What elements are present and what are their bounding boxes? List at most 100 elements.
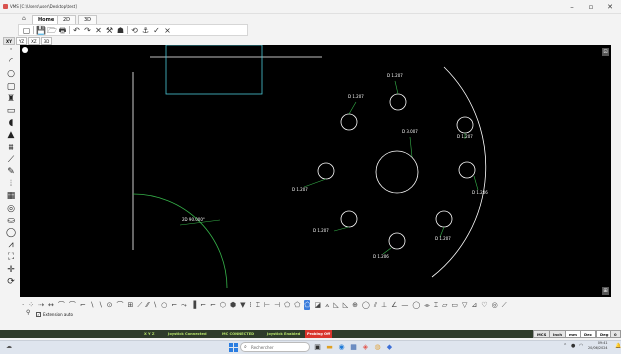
view-tab-xy[interactable]: XY <box>3 37 15 45</box>
probe-icon[interactable]: ☗ <box>116 26 125 35</box>
extension-tool-icon[interactable]: ⟋ <box>502 300 507 310</box>
extension-tool-icon[interactable]: ⁞ <box>250 300 252 310</box>
store-icon[interactable]: ▦ <box>349 342 358 352</box>
notification-icon[interactable]: 🔔 <box>615 343 621 349</box>
extension-tool-icon[interactable]: ⌐ <box>210 300 216 310</box>
unit-mm-button[interactable]: mm <box>565 330 581 338</box>
open-folder-icon[interactable]: 🗁 <box>47 26 57 35</box>
extension-tool-icon[interactable]: ⬡ <box>220 300 226 310</box>
extension-tool-icon[interactable]: ◯ <box>362 300 370 310</box>
cross-icon[interactable]: ✛ <box>5 265 17 275</box>
dim-label-top-left[interactable]: D 1.207 <box>348 94 364 99</box>
extension-tool-icon[interactable]: ∖ <box>98 300 102 310</box>
task-view-icon[interactable]: ▣ <box>313 342 322 352</box>
pin-icon[interactable]: ⚲ <box>26 309 30 316</box>
tab-2d[interactable]: 2D <box>57 15 77 24</box>
extension-tool-icon[interactable]: ∖ <box>153 300 157 310</box>
tab-home[interactable]: Home <box>32 15 61 24</box>
dim-label-top-right[interactable]: D 1.207 <box>457 134 473 139</box>
rounded-rect-icon[interactable]: ▢ <box>5 82 17 92</box>
extension-tool-icon[interactable]: ⌐ <box>80 300 86 310</box>
angle-label[interactable]: 2D 90.000° <box>182 217 205 222</box>
extension-tool-icon[interactable]: ▭ <box>451 300 458 310</box>
frame-icon[interactable]: ⛶ <box>5 252 17 262</box>
hat-icon[interactable]: ⛀ <box>5 216 17 226</box>
unit-dec-button[interactable]: Dec <box>580 330 596 338</box>
extension-tool-icon[interactable]: ▱ <box>442 300 447 310</box>
pin-icon[interactable]: ♜ <box>5 94 17 104</box>
extension-tool-icon[interactable]: ⊿ <box>471 300 477 310</box>
dim-label-right[interactable]: D 1.206 <box>472 190 488 195</box>
extension-tool-icon[interactable]: ⊣ <box>274 300 280 310</box>
drawing-canvas[interactable]: ⊡ ⊞ D 1.207 D 1.207 D 3.007 D 1.207 D 1.… <box>20 45 611 297</box>
rotate-icon[interactable]: ⟲ <box>130 26 139 35</box>
knife-icon[interactable]: ⟋ <box>5 155 17 165</box>
widgets-icon[interactable]: ☁ <box>6 343 12 350</box>
view-tab-yz[interactable]: YZ <box>15 37 28 45</box>
measure-icon[interactable]: ⚒ <box>105 26 114 35</box>
unit-zero-button[interactable]: 0 <box>610 330 621 338</box>
extension-tool-icon[interactable]: ⬠ <box>284 300 290 310</box>
rectangle-icon[interactable]: ▢ <box>22 26 31 35</box>
extension-tool-icon[interactable]: ∖ <box>90 300 94 310</box>
extension-tool-icon[interactable]: ⌯ <box>424 300 430 310</box>
edge-icon[interactable]: ◉ <box>337 342 346 352</box>
dim-label-bottom-right[interactable]: D 1.207 <box>435 236 451 241</box>
extension-tool-icon[interactable]: ∠ <box>391 300 397 310</box>
status-probing[interactable]: Probing Off <box>305 330 333 338</box>
extension-tool-icon[interactable]: ⌐ <box>200 300 206 310</box>
start-button[interactable] <box>229 343 238 352</box>
circle-icon[interactable]: ○ <box>5 69 17 79</box>
undo-icon[interactable]: ↶ <box>72 26 81 35</box>
extension-tool-icon[interactable]: ⌒ <box>117 300 124 310</box>
extension-tool-icon[interactable]: ○ <box>161 300 167 310</box>
cancel-icon[interactable]: × <box>163 26 172 35</box>
arc-icon[interactable]: ◜ <box>5 57 17 67</box>
extension-tool-icon[interactable]: ◺ <box>343 300 348 310</box>
extension-tool-icon[interactable]: ⌶ <box>256 300 260 310</box>
sphere-icon[interactable]: ◯ <box>5 228 17 238</box>
pen-icon[interactable]: ✎ <box>5 167 17 177</box>
extension-tool-icon[interactable]: ⟑ <box>325 300 329 310</box>
network-icon[interactable]: ◠ <box>579 343 583 349</box>
extension-tool-icon[interactable]: ⟋ <box>137 300 142 310</box>
extension-tool-icon[interactable]: ▼ <box>240 300 245 310</box>
dim-label-bottom-left[interactable]: D 1.207 <box>313 228 329 233</box>
cone-icon[interactable]: ⩘ <box>5 240 17 250</box>
extension-tool-icon[interactable]: ↔ <box>48 300 54 310</box>
dim-label-left[interactable]: D 1.207 <box>292 187 308 192</box>
extension-tool-icon[interactable]: ⬢ <box>230 300 236 310</box>
system-clock[interactable]: 09:41 20/06/2024 <box>588 341 608 351</box>
view-tab-3d[interactable]: 3D <box>40 37 53 45</box>
check-icon[interactable]: ✓ <box>152 26 161 35</box>
extension-tool-icon[interactable]: ⇢ <box>38 300 44 310</box>
home-icon[interactable]: ⌂ <box>22 15 26 22</box>
extension-tool-icon[interactable]: ⊢ <box>264 300 270 310</box>
extension-tool-icon[interactable]: ⊥ <box>381 300 387 310</box>
dim-label-top[interactable]: D 1.207 <box>387 73 403 78</box>
maximize-button[interactable]: ▫ <box>584 2 598 12</box>
grid-icon[interactable]: ▦ <box>5 191 17 201</box>
redo-icon[interactable]: ↷ <box>83 26 92 35</box>
extension-tool-icon[interactable]: ◯ <box>412 300 420 310</box>
path-icon[interactable]: ⦙ <box>5 179 17 189</box>
save-icon[interactable]: 💾 <box>36 26 46 35</box>
extension-tool-icon[interactable]: ⊙ <box>107 300 113 310</box>
app-blue-icon[interactable]: ◆ <box>385 342 394 352</box>
extension-tool-icon[interactable]: ⬠ <box>294 300 300 310</box>
extension-tool-icon[interactable]: — <box>401 300 408 310</box>
view-tab-xz[interactable]: XZ <box>28 37 40 45</box>
extension-auto-checkbox[interactable]: ✓ <box>36 312 41 317</box>
extension-tool-icon[interactable]: ◺ <box>333 300 338 310</box>
dim-label-bottom[interactable]: D 1.206 <box>373 254 389 259</box>
extension-tool-icon[interactable]: ▽ <box>462 300 467 310</box>
unit-inch-button[interactable]: Inch <box>549 330 567 338</box>
extension-tool-icon[interactable]: ⤳ <box>181 300 187 310</box>
extension-tool-icon[interactable]: ◪ <box>314 300 321 310</box>
extension-tool-icon[interactable]: ⌒ <box>58 300 65 310</box>
extension-tool-icon[interactable]: ◎ <box>492 300 498 310</box>
extension-tool-icon[interactable]: ⌶ <box>434 300 438 310</box>
target-icon[interactable]: ◎ <box>5 204 17 214</box>
extension-tool-icon[interactable]: ▐ <box>191 300 196 310</box>
tray-chevron-icon[interactable]: ⌃ <box>563 343 567 349</box>
